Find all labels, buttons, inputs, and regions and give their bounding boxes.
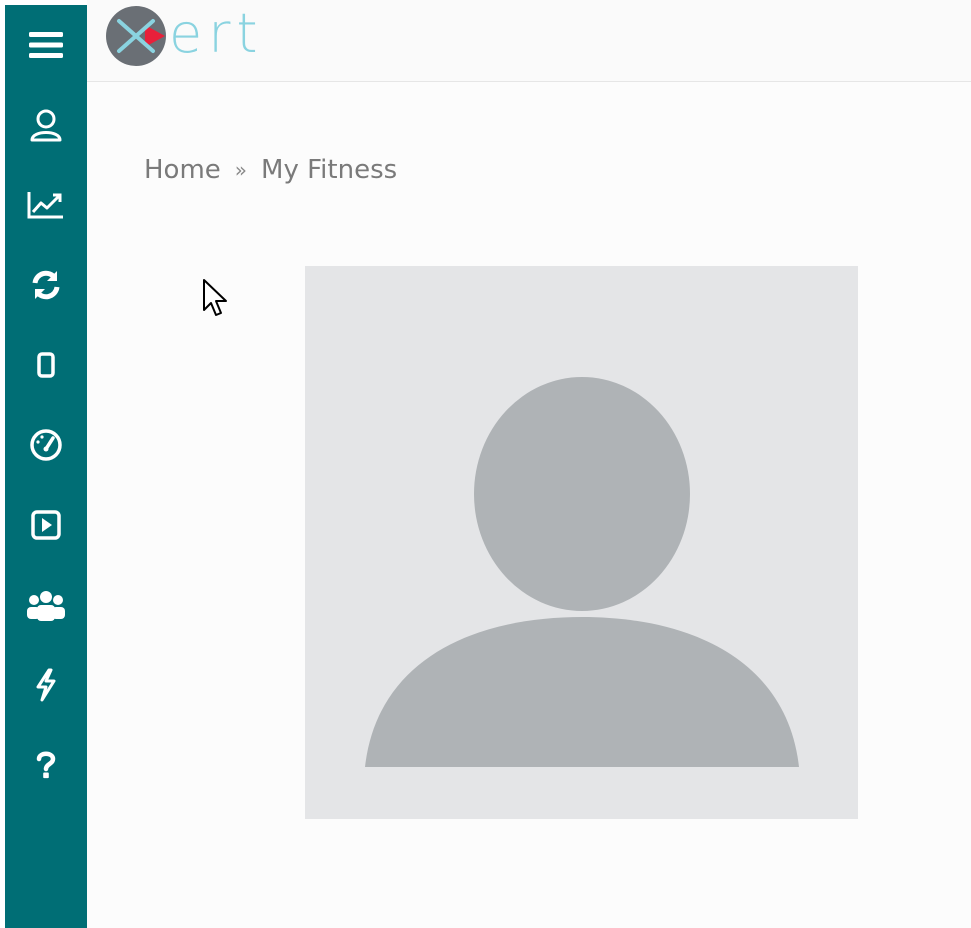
breadcrumb: Home » My Fitness (144, 155, 397, 185)
mobile-icon[interactable] (5, 343, 87, 387)
sync-icon[interactable] (5, 263, 87, 307)
breadcrumb-current: My Fitness (261, 155, 398, 185)
chart-line-icon[interactable] (5, 183, 87, 227)
lightning-icon[interactable] (5, 663, 87, 707)
speedometer-icon[interactable] (5, 423, 87, 467)
question-icon[interactable] (5, 743, 87, 787)
play-square-icon[interactable] (5, 503, 87, 547)
mouse-cursor-icon (203, 279, 227, 316)
top-bar: ert (87, 0, 971, 82)
breadcrumb-separator: » (234, 158, 248, 182)
menu-icon[interactable] (5, 23, 87, 67)
default-avatar-icon (365, 377, 799, 767)
app-logo[interactable]: ert (105, 4, 264, 68)
sidebar (5, 5, 87, 928)
profile-avatar[interactable] (305, 266, 858, 819)
users-group-icon[interactable] (5, 583, 87, 627)
logo-x-icon (106, 6, 166, 66)
main-content: Home » My Fitness (87, 82, 971, 928)
user-icon[interactable] (5, 103, 87, 147)
breadcrumb-home-link[interactable]: Home (144, 155, 221, 185)
logo-text: ert (169, 2, 264, 65)
